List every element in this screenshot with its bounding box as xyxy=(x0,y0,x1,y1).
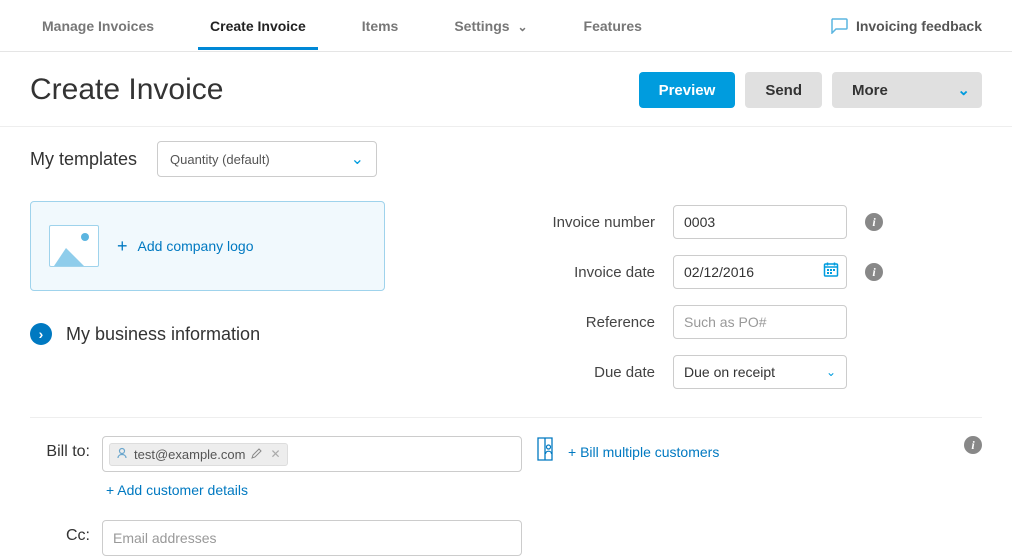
page-title: Create Invoice xyxy=(30,73,223,107)
plus-icon: + xyxy=(117,236,128,257)
feedback-label: Invoicing feedback xyxy=(856,18,982,34)
chip-email: test@example.com xyxy=(134,447,245,462)
due-date-label: Due date xyxy=(430,364,655,381)
top-tabs: Manage Invoices Create Invoice Items Set… xyxy=(0,0,1012,52)
due-date-select[interactable]: Due on receipt ⌄ xyxy=(673,355,847,389)
invoice-date-label: Invoice date xyxy=(430,264,655,281)
tab-manage-invoices[interactable]: Manage Invoices xyxy=(30,2,166,50)
my-business-information[interactable]: › My business information xyxy=(30,323,390,345)
right-column: Invoice number i Invoice date i Referenc… xyxy=(430,201,982,393)
header-actions: Preview Send More ⌄ xyxy=(639,72,982,108)
preview-button[interactable]: Preview xyxy=(639,72,736,108)
bill-to-input[interactable]: test@example.com ✕ xyxy=(102,436,522,472)
customer-chip: test@example.com ✕ xyxy=(109,443,288,466)
reference-label: Reference xyxy=(430,314,655,331)
chevron-down-icon: ⌄ xyxy=(351,149,364,169)
info-icon[interactable]: i xyxy=(964,436,982,454)
info-icon[interactable]: i xyxy=(865,213,883,231)
invoice-number-label: Invoice number xyxy=(430,214,655,231)
add-company-logo[interactable]: + Add company logo xyxy=(30,201,385,291)
pencil-icon[interactable] xyxy=(251,447,262,462)
reference-row: Reference xyxy=(430,301,982,343)
send-button[interactable]: Send xyxy=(745,72,822,108)
tab-settings[interactable]: Settings ⌄ xyxy=(442,2,539,50)
more-label: More xyxy=(852,82,888,99)
address-book-icon[interactable] xyxy=(534,436,556,467)
tab-settings-label: Settings xyxy=(454,18,509,34)
speech-bubble-icon xyxy=(830,18,848,34)
due-date-value: Due on receipt xyxy=(684,364,775,380)
tab-items[interactable]: Items xyxy=(350,2,411,50)
invoice-date-row: Invoice date i xyxy=(430,251,982,293)
chevron-down-icon: ⌄ xyxy=(957,81,970,99)
person-icon xyxy=(116,447,128,462)
due-date-row: Due date Due on receipt ⌄ xyxy=(430,351,982,393)
invoicing-feedback-link[interactable]: Invoicing feedback xyxy=(830,18,982,34)
bill-to-label: Bill to: xyxy=(30,436,90,461)
bill-section: Bill to: test@example.com ✕ + Add custom… xyxy=(0,418,1012,556)
cc-row: Cc: xyxy=(30,520,982,556)
bill-to-row: Bill to: test@example.com ✕ + Add custom… xyxy=(30,436,982,498)
page-header: Create Invoice Preview Send More ⌄ xyxy=(0,52,1012,127)
arrow-right-icon: › xyxy=(30,323,52,345)
left-column: + Add company logo › My business informa… xyxy=(30,201,390,393)
tab-features[interactable]: Features xyxy=(572,2,654,50)
invoice-number-input[interactable] xyxy=(673,205,847,239)
cc-input[interactable] xyxy=(102,520,522,556)
bill-multiple-customers-link[interactable]: + Bill multiple customers xyxy=(568,444,719,460)
cc-label: Cc: xyxy=(30,520,90,545)
reference-input[interactable] xyxy=(673,305,847,339)
chevron-down-icon: ⌄ xyxy=(517,20,527,34)
template-select[interactable]: Quantity (default) ⌄ xyxy=(157,141,377,177)
templates-label: My templates xyxy=(30,149,137,170)
templates-row: My templates Quantity (default) ⌄ xyxy=(0,127,1012,183)
remove-chip-icon[interactable]: ✕ xyxy=(270,447,280,461)
info-icon[interactable]: i xyxy=(865,263,883,281)
template-selected: Quantity (default) xyxy=(170,152,351,167)
add-customer-details-link[interactable]: + Add customer details xyxy=(106,482,522,498)
invoice-meta-section: + Add company logo › My business informa… xyxy=(0,183,1012,393)
add-logo-text: + Add company logo xyxy=(117,236,253,257)
image-placeholder-icon xyxy=(49,225,99,267)
more-button[interactable]: More ⌄ xyxy=(832,72,982,108)
chevron-down-icon: ⌄ xyxy=(826,365,836,379)
business-info-label: My business information xyxy=(66,324,260,345)
invoice-date-input[interactable] xyxy=(673,255,847,289)
invoice-number-row: Invoice number i xyxy=(430,201,982,243)
tab-create-invoice[interactable]: Create Invoice xyxy=(198,2,318,50)
